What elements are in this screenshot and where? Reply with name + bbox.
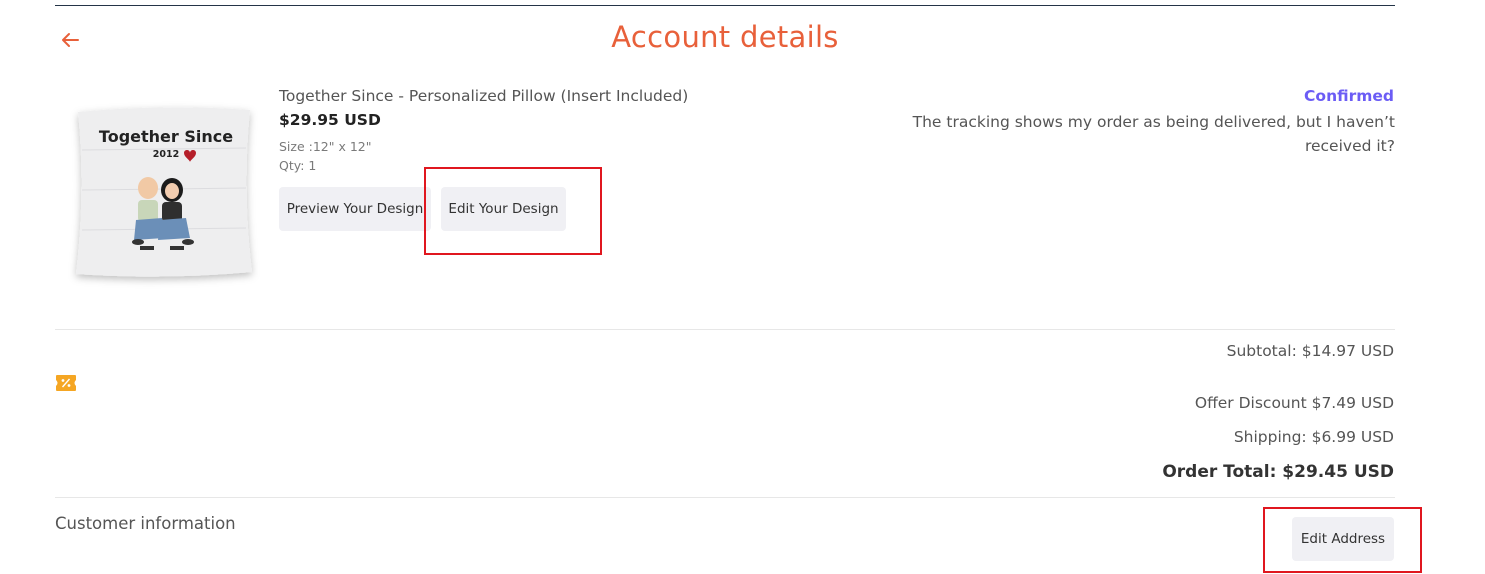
product-qty: Qty: 1 bbox=[279, 158, 317, 173]
order-total: Order Total: $29.45 USD bbox=[1162, 462, 1394, 482]
product-price: $29.95 USD bbox=[279, 111, 381, 129]
product-image[interactable]: Together Since 2012 bbox=[60, 90, 270, 295]
offer-discount: Offer Discount $7.49 USD bbox=[1194, 394, 1394, 412]
subtotal: Subtotal: $14.97 USD bbox=[1226, 342, 1394, 360]
image-year: 2012 bbox=[153, 149, 179, 160]
divider bbox=[55, 329, 1395, 330]
page-title: Account details bbox=[611, 20, 839, 54]
product-name[interactable]: Together Since - Personalized Pillow (In… bbox=[279, 87, 688, 105]
highlight-box-edit-design bbox=[424, 167, 602, 255]
image-heading: Together Since bbox=[99, 127, 233, 146]
divider bbox=[55, 497, 1395, 498]
highlight-box-edit-address bbox=[1263, 507, 1422, 573]
preview-design-button[interactable]: Preview Your Design bbox=[279, 187, 431, 231]
top-divider bbox=[55, 5, 1395, 6]
discount-ticket-icon bbox=[56, 375, 76, 391]
shipping-cost: Shipping: $6.99 USD bbox=[1233, 428, 1394, 446]
customer-information-heading: Customer information bbox=[55, 514, 236, 533]
order-note: The tracking shows my order as being del… bbox=[912, 113, 1395, 155]
product-size: Size :12" x 12" bbox=[279, 139, 372, 154]
order-status: Confirmed bbox=[1304, 87, 1394, 105]
